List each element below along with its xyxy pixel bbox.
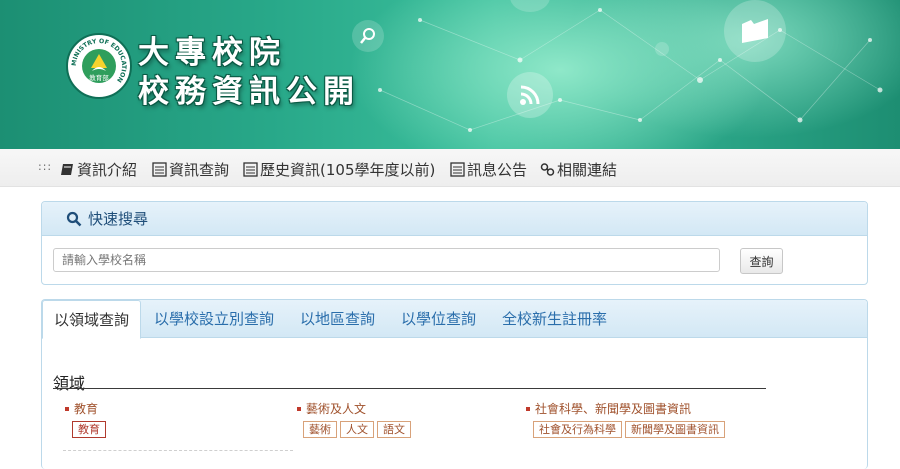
category-social-sciences: 社會科學、新聞學及圖書資訊 xyxy=(526,400,691,417)
site-title-line2: 校務資訊公開 xyxy=(138,74,360,110)
category-label: 教育 xyxy=(74,402,99,416)
domain-section-title: 領域 xyxy=(53,374,86,393)
search-icon xyxy=(66,211,82,226)
row-divider xyxy=(63,450,293,451)
nav-item-label: 資訊介紹 xyxy=(77,161,138,179)
nav-item-label: 相關連結 xyxy=(557,161,618,179)
tag-journalism-library[interactable]: 新聞學及圖書資訊 xyxy=(625,421,725,438)
category-education-tags: 教育 xyxy=(72,421,106,438)
tag-social-behavioral[interactable]: 社會及行為科學 xyxy=(533,421,622,438)
tab-by-region[interactable]: 以地區查詢 xyxy=(300,300,375,338)
bullet-icon xyxy=(526,406,530,411)
search-icon xyxy=(352,20,384,52)
category-label: 藝術及人文 xyxy=(306,402,367,416)
tab-by-degree[interactable]: 以學位查詢 xyxy=(401,300,476,338)
category-education: 教育 xyxy=(65,400,98,417)
ministry-logo: MINISTRY OF EDUCATION 教育部 xyxy=(66,33,132,99)
tab-by-school-type[interactable]: 以學校設立別查詢 xyxy=(154,300,274,338)
menu-dots-icon[interactable]: ::: xyxy=(38,160,52,173)
nav-item-label: 訊息公告 xyxy=(467,161,528,179)
site-banner: MINISTRY OF EDUCATION 教育部 大專校院 校務資訊公開 xyxy=(0,0,900,149)
quick-search-header: 快速搜尋 xyxy=(42,202,867,236)
category-arts-humanities: 藝術及人文 xyxy=(297,400,366,417)
quick-search-panel: 快速搜尋 查詢 xyxy=(41,201,868,285)
tag-education[interactable]: 教育 xyxy=(72,421,106,438)
section-divider xyxy=(53,388,766,389)
book-icon xyxy=(61,164,73,175)
tag-languages[interactable]: 語文 xyxy=(377,421,411,438)
nav-item-query[interactable]: 資訊查詢 xyxy=(152,159,229,180)
rss-icon xyxy=(507,72,553,118)
bullet-icon xyxy=(65,406,69,411)
nav-item-about[interactable]: 資訊介紹 xyxy=(60,159,137,180)
category-arts-humanities-tags: 藝術 人文 語文 xyxy=(303,421,411,438)
tag-arts[interactable]: 藝術 xyxy=(303,421,337,438)
school-name-input[interactable] xyxy=(53,248,720,272)
bullet-icon xyxy=(297,406,301,411)
list-icon xyxy=(450,162,465,177)
tag-humanities[interactable]: 人文 xyxy=(340,421,374,438)
tab-enrollment-rate[interactable]: 全校新生註冊率 xyxy=(502,300,607,338)
logo-center-text: 教育部 xyxy=(89,73,109,82)
decoration-dot-icon xyxy=(655,42,669,56)
query-tabs-panel: 以領域查詢 以學校設立別查詢 以地區查詢 以學位查詢 全校新生註冊率 領域 教育… xyxy=(41,299,868,469)
link-icon xyxy=(540,163,555,176)
search-button[interactable]: 查詢 xyxy=(740,248,783,274)
tab-strip: 以領域查詢 以學校設立別查詢 以地區查詢 以學位查詢 全校新生註冊率 xyxy=(42,300,867,339)
nav-item-label: 資訊查詢 xyxy=(169,161,230,179)
folder-icon xyxy=(724,0,786,62)
nav-item-label: 歷史資訊(105學年度以前) xyxy=(260,161,436,179)
nav-item-links[interactable]: 相關連結 xyxy=(540,159,617,180)
list-icon xyxy=(243,162,258,177)
category-social-sciences-tags: 社會及行為科學 新聞學及圖書資訊 xyxy=(533,421,725,438)
nav-item-news[interactable]: 訊息公告 xyxy=(450,159,527,180)
category-label: 社會科學、新聞學及圖書資訊 xyxy=(535,402,692,416)
nav-item-history[interactable]: 歷史資訊(105學年度以前) xyxy=(243,159,435,180)
quick-search-heading: 快速搜尋 xyxy=(88,210,149,228)
list-icon xyxy=(152,162,167,177)
main-nav: ::: 資訊介紹 資訊查詢 歷史資訊(105學年度以前) 訊息公告 相關連結 xyxy=(0,149,900,187)
tab-by-domain[interactable]: 以領域查詢 xyxy=(42,300,142,339)
